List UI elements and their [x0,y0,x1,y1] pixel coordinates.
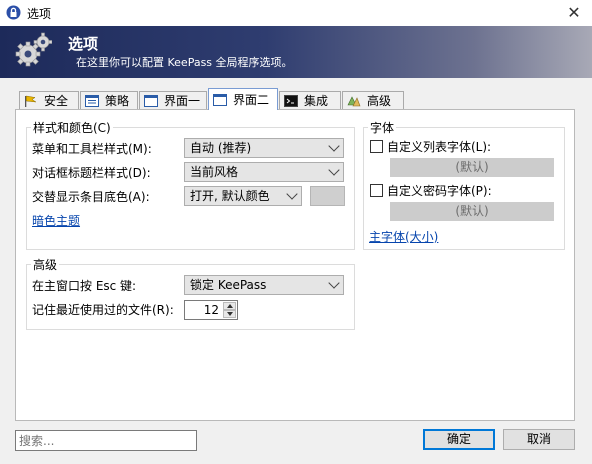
arrow-up-icon [227,304,233,308]
title-bar [0,0,592,26]
menu-style-dropdown[interactable]: 自动 (推荐) [184,138,344,158]
esc-action-dropdown[interactable]: 锁定 KeePass [184,275,344,295]
custom-list-font-button[interactable]: (默认) [390,158,554,177]
custom-password-font-checkbox[interactable] [370,184,383,197]
dialog-style-label: 对话框标题栏样式(D): [32,166,151,180]
spinner-value: 12 [203,303,219,317]
tab-policy[interactable]: 策略 [80,91,138,109]
advanced-group [26,264,355,330]
banner-subtitle: 在这里你可以配置 KeePass 全局程序选项。 [76,56,293,69]
arrow-down-icon [227,312,233,316]
alt-color-swatch-button[interactable] [310,186,345,206]
dark-theme-link[interactable]: 暗色主题 [32,212,80,229]
chevron-down-icon [328,140,340,152]
group-title: 样式和颜色(C) [31,119,113,136]
custom-password-font-label: 自定义密码字体(P): [387,184,492,198]
tab-security[interactable]: 安全 [19,91,79,109]
alt-color-label: 交替显示条目底色(A): [32,190,150,204]
tab-integration[interactable]: 集成 [279,91,341,109]
advanced-icon [347,95,361,106]
tab-advanced[interactable]: 高级 [342,91,404,109]
security-flag-icon [25,95,37,107]
chevron-down-icon [286,188,298,200]
dropdown-value: 锁定 KeePass [190,278,267,292]
mru-count-label: 记住最近使用过的文件(R): [32,303,174,317]
group-title: 高级 [31,256,60,273]
esc-action-label: 在主窗口按 Esc 键: [32,279,137,293]
search-input[interactable] [15,430,197,451]
spinner-down-button[interactable] [223,310,236,318]
gears-icon [15,32,52,67]
tab-label: 界面一 [164,94,201,108]
ok-button[interactable]: 确定 [423,429,495,450]
tab-interface-1[interactable]: 界面一 [139,91,207,109]
custom-password-font-button[interactable]: (默认) [390,202,554,221]
cancel-button[interactable]: 取消 [503,429,575,450]
menu-style-label: 菜单和工具栏样式(M): [32,142,152,156]
mru-count-spinner[interactable]: 12 [184,300,238,320]
dropdown-value: 自动 (推荐) [190,141,252,155]
tab-label: 集成 [304,94,329,108]
interface-window-icon [213,93,227,106]
dropdown-value: 当前风格 [190,165,239,179]
banner-title: 选项 [68,35,99,53]
tab-label: 安全 [44,94,69,108]
dialog-style-dropdown[interactable]: 当前风格 [184,162,344,182]
custom-list-font-label: 自定义列表字体(L): [387,140,492,154]
chevron-down-icon [328,164,340,176]
custom-list-font-checkbox[interactable] [370,140,383,153]
window-title: 选项 [27,7,52,21]
close-button[interactable]: ✕ [560,2,588,24]
console-icon [284,94,298,107]
interface-window-icon [144,94,158,107]
tab-interface-2[interactable]: 界面二 [208,88,278,110]
keepass-lock-icon [6,5,21,20]
dropdown-value: 打开, 默认颜色 [190,189,270,203]
tab-label: 界面二 [233,93,270,107]
spinner-up-button[interactable] [223,302,236,310]
group-title: 字体 [368,119,397,136]
main-font-link[interactable]: 主字体(大小) [369,228,438,245]
alt-color-dropdown[interactable]: 打开, 默认颜色 [184,186,302,206]
policy-list-icon [85,94,99,107]
tab-label: 策略 [105,94,130,108]
chevron-down-icon [328,277,340,289]
tab-label: 高级 [367,94,392,108]
